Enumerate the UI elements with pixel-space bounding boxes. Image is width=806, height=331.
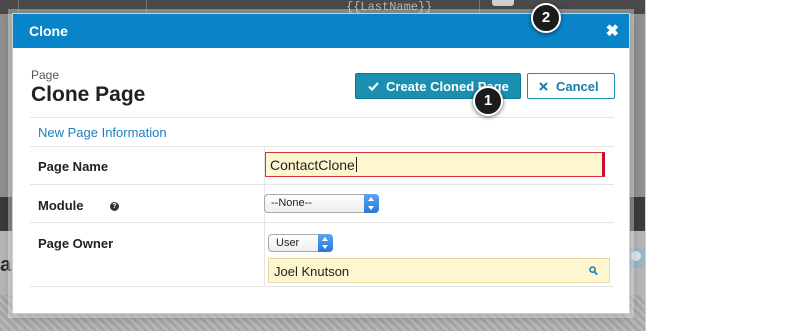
callout-badge-2: 2: [531, 3, 561, 33]
owner-lookup-value: Joel Knutson: [274, 264, 350, 279]
page-name-input[interactable]: ContactClone: [265, 152, 605, 177]
clone-dialog: Clone ✖ Page Clone Page Create Cloned Pa…: [12, 13, 630, 314]
module-select[interactable]: --None--: [264, 194, 379, 213]
background-edge: [645, 0, 646, 331]
owner-lookup-input[interactable]: Joel Knutson: [268, 258, 610, 283]
page-name-row: Page Name ContactClone: [30, 147, 614, 185]
x-icon: [539, 81, 548, 91]
dialog-title: Clone: [29, 23, 68, 39]
section-header: New Page Information: [30, 117, 614, 147]
search-icon[interactable]: [589, 266, 598, 276]
background-divider: [478, 0, 480, 14]
page-name-label: Page Name: [38, 159, 109, 174]
owner-type-select[interactable]: User: [268, 234, 333, 252]
page-kicker: Page: [31, 68, 60, 82]
column-divider: [264, 223, 265, 286]
help-icon[interactable]: ?: [110, 202, 119, 211]
page-title: Clone Page: [31, 83, 146, 106]
background-button: [492, 0, 514, 6]
close-icon[interactable]: ✖: [606, 21, 619, 41]
callout-badge-1: 1: [473, 86, 503, 116]
owner-type-value: User: [276, 237, 300, 249]
section-title: New Page Information: [38, 125, 167, 140]
select-arrows-icon: [318, 234, 333, 252]
background-divider: [145, 0, 147, 14]
page-name-value: ContactClone: [270, 157, 355, 173]
map-pin-icon: [628, 248, 645, 268]
module-selected-value: --None--: [271, 197, 312, 209]
cancel-button[interactable]: Cancel: [527, 73, 615, 99]
page-owner-label: Page Owner: [38, 236, 114, 251]
check-icon: [368, 81, 379, 91]
module-label: Module: [38, 198, 84, 213]
page-owner-row: Page Owner User Joel Knutson: [30, 223, 614, 287]
select-arrows-icon: [364, 194, 379, 213]
background-merge-field: {{LastName}}: [346, 0, 433, 14]
text-caret: [355, 157, 357, 172]
cancel-button-label: Cancel: [556, 78, 599, 94]
background-tab: [0, 0, 19, 14]
module-row: Module ? --None--: [30, 185, 614, 223]
